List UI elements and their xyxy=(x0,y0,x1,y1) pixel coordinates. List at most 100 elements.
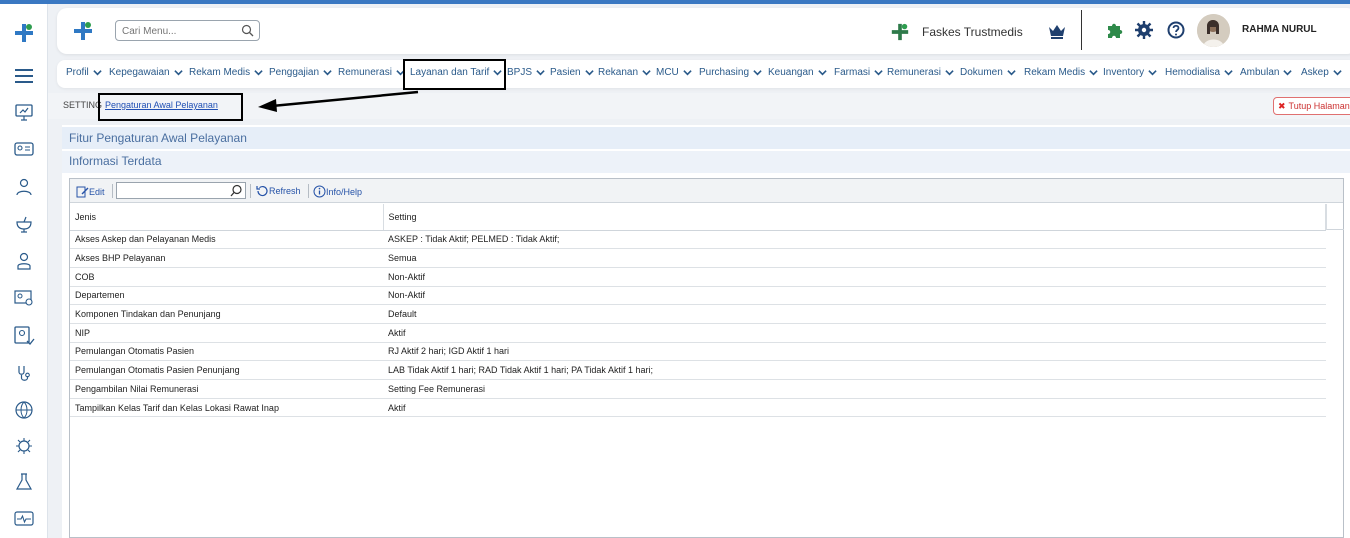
patient-record-icon[interactable] xyxy=(12,286,36,310)
user-patient-icon[interactable] xyxy=(12,175,36,199)
chevron-down-icon xyxy=(683,70,692,76)
menu-farmasi[interactable]: Farmasi xyxy=(834,67,883,78)
table-row[interactable]: Pemulangan Otomatis Pasien Penunjang LAB … xyxy=(70,360,1326,380)
menu-inventory[interactable]: Inventory xyxy=(1103,67,1157,78)
table-row[interactable]: Departemen Non-Aktif xyxy=(70,286,1326,306)
menu-remunerasi[interactable]: Remunerasi xyxy=(338,67,405,78)
grid-search-box[interactable] xyxy=(116,182,246,202)
menu-purchasing[interactable]: Purchasing xyxy=(699,67,762,78)
puzzle-icon[interactable] xyxy=(1105,21,1123,44)
brand-logo-icon[interactable] xyxy=(12,21,36,45)
menu-remunerasi-2[interactable]: Remunerasi xyxy=(887,67,954,78)
grid-toolbar: Edit Refresh Info/Help xyxy=(70,179,1343,203)
edit-button[interactable]: Edit xyxy=(76,185,105,198)
panel-subtitle: Informasi Terdata xyxy=(62,151,1350,173)
menu-dokumen[interactable]: Dokumen xyxy=(960,67,1016,78)
chevron-down-icon xyxy=(1148,70,1157,76)
menu-profil[interactable]: Profil xyxy=(66,67,102,78)
table-header-row: Jenis Setting xyxy=(70,204,1326,231)
virus-settings-icon[interactable] xyxy=(12,434,36,458)
menu-label: Hemodialisa xyxy=(1165,67,1221,78)
close-page-button[interactable]: ✖ Tutup Halaman xyxy=(1273,97,1350,115)
menu-hemodialisa[interactable]: Hemodialisa xyxy=(1165,67,1233,78)
menu-label: Keuangan xyxy=(768,67,814,78)
chevron-down-icon xyxy=(1224,70,1233,76)
help-icon[interactable] xyxy=(1167,21,1185,44)
menu-label: Penggajian xyxy=(269,67,320,78)
menu-search-input[interactable] xyxy=(116,22,234,41)
id-card-icon[interactable] xyxy=(12,137,36,161)
stethoscope-icon[interactable] xyxy=(12,362,36,386)
cell-setting: LAB Tidak Aktif 1 hari; RAD Tidak Aktif … xyxy=(383,360,1326,380)
table-row[interactable]: NIP Aktif xyxy=(70,323,1326,343)
breadcrumb-page-link[interactable]: Pengaturan Awal Pelayanan xyxy=(105,100,218,110)
menu-keuangan[interactable]: Keuangan xyxy=(768,67,827,78)
menu-label: Inventory xyxy=(1103,67,1145,78)
lab-flask-icon[interactable] xyxy=(12,470,36,494)
chevron-down-icon xyxy=(493,70,503,76)
doctor-icon[interactable] xyxy=(12,249,36,273)
cell-jenis: COB xyxy=(70,267,383,287)
chevron-down-icon xyxy=(584,70,594,76)
info-help-button[interactable]: Info/Help xyxy=(313,185,362,198)
menu-label: Ambulan xyxy=(1240,67,1280,78)
menu-ambulan[interactable]: Ambulan xyxy=(1240,67,1293,78)
menu-bpjs[interactable]: BPJS xyxy=(507,67,545,78)
table-row[interactable]: Tampilkan Kelas Tarif dan Kelas Lokasi R… xyxy=(70,398,1326,418)
dashboard-presentation-icon[interactable] xyxy=(12,100,36,124)
menu-label: Rekanan xyxy=(598,67,639,78)
menu-askep[interactable]: Askep xyxy=(1301,67,1342,78)
menu-search-box[interactable] xyxy=(115,20,260,41)
cell-jenis: Departemen xyxy=(70,286,383,306)
table-row[interactable]: Pengambilan Nilai Remunerasi Setting Fee … xyxy=(70,379,1326,399)
menu-label: MCU xyxy=(656,67,679,78)
user-avatar[interactable] xyxy=(1197,14,1230,47)
hamburger-menu-icon[interactable] xyxy=(12,64,36,88)
cell-setting: Default xyxy=(383,304,1326,324)
cell-setting: RJ Aktif 2 hari; IGD Aktif 1 hari xyxy=(383,342,1326,362)
cell-jenis: Pemulangan Otomatis Pasien Penunjang xyxy=(70,360,383,380)
menu-pasien[interactable]: Pasien xyxy=(550,67,594,78)
menu-rekanan[interactable]: Rekanan xyxy=(598,67,651,78)
main-menu-bar: Profil Kepegawaian Rekam Medis Penggajia… xyxy=(57,60,1350,88)
user-checklist-icon[interactable] xyxy=(12,324,36,348)
column-header-setting[interactable]: Setting xyxy=(383,204,1326,231)
table-row[interactable]: Akses BHP Pelayanan Semua xyxy=(70,248,1326,268)
chevron-down-icon xyxy=(536,70,545,76)
chevron-down-icon xyxy=(323,70,332,76)
ecg-monitor-icon[interactable] xyxy=(12,507,36,531)
cell-jenis: Pengambilan Nilai Remunerasi xyxy=(70,379,383,399)
gear-icon[interactable] xyxy=(1135,21,1153,44)
table-row[interactable]: Pemulangan Otomatis Pasien RJ Aktif 2 har… xyxy=(70,342,1326,362)
table-row[interactable]: Akses Askep dan Pelayanan Medis ASKEP : T… xyxy=(70,230,1326,250)
toolbar-separator xyxy=(112,184,113,198)
global-network-icon[interactable] xyxy=(12,398,36,422)
table-row[interactable]: COB Non-Aktif xyxy=(70,267,1326,287)
medical-bowl-icon[interactable] xyxy=(12,212,36,236)
info-help-label: Info/Help xyxy=(326,186,363,197)
edit-label: Edit xyxy=(89,186,105,197)
search-icon[interactable] xyxy=(230,184,243,202)
grid-search-input[interactable] xyxy=(117,185,227,201)
refresh-button[interactable]: Refresh xyxy=(256,185,301,197)
header-logo-icon[interactable] xyxy=(72,20,94,47)
crown-icon[interactable] xyxy=(1047,22,1067,45)
menu-layanan-dan-tarif[interactable]: Layanan dan Tarif xyxy=(410,67,503,78)
menu-mcu[interactable]: MCU xyxy=(656,67,692,78)
menu-label: Pasien xyxy=(550,67,581,78)
menu-rekam-medis[interactable]: Rekam Medis xyxy=(189,67,263,78)
cell-setting: Non-Aktif xyxy=(383,286,1326,306)
toolbar-separator xyxy=(250,184,251,198)
cell-jenis: NIP xyxy=(70,323,383,343)
table-row[interactable]: Komponen Tindakan dan Penunjang Default xyxy=(70,304,1326,324)
chevron-down-icon xyxy=(93,70,102,76)
breadcrumb xyxy=(48,93,1350,119)
menu-penggajian[interactable]: Penggajian xyxy=(269,67,332,78)
menu-kepegawaian[interactable]: Kepegawaian xyxy=(109,67,183,78)
left-sidebar xyxy=(0,4,48,538)
menu-rekam-medis-2[interactable]: Rekam Medis xyxy=(1024,67,1098,78)
search-icon[interactable] xyxy=(241,24,254,42)
top-header: Faskes Trustmedis RAHMA NURUL xyxy=(57,8,1350,54)
column-header-jenis[interactable]: Jenis xyxy=(70,204,384,231)
header-divider xyxy=(1081,10,1082,50)
